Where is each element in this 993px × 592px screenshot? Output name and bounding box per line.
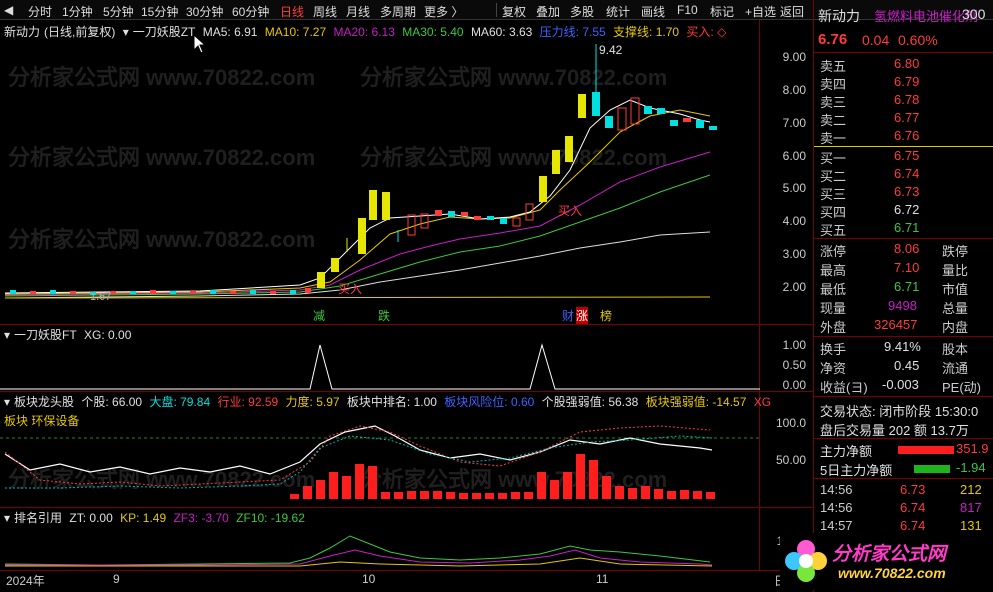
- event-tag[interactable]: 涨: [576, 307, 589, 324]
- tab-intraday[interactable]: 分时: [28, 3, 52, 20]
- x-axis-label: 11: [596, 572, 609, 586]
- x-axis-label: 2024年: [6, 574, 45, 588]
- flower-logo-icon: [785, 540, 827, 582]
- stat-row: 最低 6.71 市值: [820, 279, 969, 297]
- tab-15min[interactable]: 15分钟: [141, 3, 178, 20]
- main-net-value: 351.9: [956, 441, 989, 456]
- f10-button[interactable]: F10: [677, 3, 698, 17]
- site-logo: 分析家公式网 www.70822.com: [780, 533, 993, 590]
- stat-row: 最高 7.10 量比: [820, 260, 969, 278]
- quote-pct: 0.60%: [898, 32, 938, 48]
- panel2-signal-chart: [0, 343, 760, 390]
- event-tag[interactable]: 榜: [600, 307, 612, 324]
- quote-change: 0.04: [862, 32, 890, 48]
- y-tick: 0.00: [782, 378, 806, 392]
- tick-row: 14:56 6.73 212: [820, 482, 982, 497]
- tab-30min[interactable]: 30分钟: [186, 3, 223, 20]
- x-axis-label: 9: [113, 572, 120, 586]
- ma5-line: [4, 99, 711, 294]
- ask-row[interactable]: 卖二 6.77: [814, 110, 993, 129]
- stat-row: 现量 9498 总量: [820, 298, 969, 316]
- y-tick: 3.00: [782, 247, 806, 261]
- tab-5min[interactable]: 5分钟: [103, 3, 134, 20]
- y-tick: 5.00: [782, 181, 806, 195]
- tab-1min[interactable]: 1分钟: [62, 3, 93, 20]
- tab-multi-period[interactable]: 多周期: [380, 3, 416, 20]
- logo-url: www.70822.com: [838, 565, 946, 581]
- tab-more[interactable]: 更多 〉: [424, 3, 463, 20]
- ma20-line: [4, 151, 711, 296]
- add-watchlist-button[interactable]: +自选: [745, 3, 776, 20]
- nav-back-icon[interactable]: ◀: [4, 3, 13, 17]
- high-price-label: 9.42: [599, 43, 623, 57]
- ma10-line: [4, 109, 711, 295]
- x-axis-label: 10: [362, 572, 376, 586]
- bid-row[interactable]: 买二 6.74: [814, 166, 993, 185]
- mouse-cursor-icon: [193, 34, 207, 54]
- y-tick: 9.00: [782, 50, 806, 64]
- y-tick: 1.00: [782, 338, 806, 352]
- stat-row: 涨停 8.06 跌停: [820, 241, 969, 259]
- quote-code: 300: [962, 6, 986, 22]
- candlestick-chart[interactable]: [0, 20, 760, 324]
- multi-stock-button[interactable]: 多股: [570, 3, 594, 20]
- tab-monthly[interactable]: 月线: [346, 3, 370, 20]
- quote-stock-name: 新动力: [818, 8, 860, 24]
- quote-price: 6.76: [818, 31, 848, 48]
- main-net5-label: 5日主力净额: [820, 463, 893, 478]
- draw-line-button[interactable]: 画线: [641, 3, 665, 20]
- ask-row[interactable]: 卖四 6.79: [814, 74, 993, 93]
- y-tick: 7.00: [782, 116, 806, 130]
- ma30-line: [4, 174, 711, 297]
- ask-row[interactable]: 卖三 6.78: [814, 92, 993, 111]
- bid-row[interactable]: 买四 6.72: [814, 202, 993, 221]
- main-net-label: 主力净额: [820, 444, 873, 459]
- bid-row[interactable]: 买五 6.71: [814, 220, 993, 239]
- ask-row[interactable]: 卖五 6.80: [814, 56, 993, 75]
- main-net5-value: -1.94: [956, 460, 986, 475]
- tab-60min[interactable]: 60分钟: [232, 3, 269, 20]
- after-hours-volume: 盘后交易量 202 额 13.7万: [820, 423, 969, 438]
- bid-row[interactable]: 买三 6.73: [814, 184, 993, 203]
- rally-candles: [317, 44, 717, 288]
- overlay-button[interactable]: 叠加: [536, 3, 560, 20]
- panel3-sector-chart: [0, 425, 760, 499]
- quote-panel: 新动力 氢燃料电池催化剂 300 6.76 0.04 0.60% 卖五 6.80 …: [813, 0, 993, 592]
- tab-daily[interactable]: 日线: [280, 3, 304, 20]
- volume-bars: [290, 454, 715, 499]
- stat-row: 净资 0.45 流通: [820, 358, 969, 376]
- y-tick: 2.00: [782, 280, 806, 294]
- event-tag[interactable]: 跌: [378, 307, 390, 324]
- y-tick: 100.0: [775, 416, 806, 430]
- logo-text: 分析家公式网: [832, 544, 947, 565]
- fuquan-button[interactable]: 复权: [502, 3, 526, 20]
- stats-button[interactable]: 统计: [606, 3, 630, 20]
- buy-marker: 买入: [338, 282, 363, 296]
- y-tick: 50.00: [775, 453, 806, 467]
- buy-marker: 买入: [558, 204, 583, 218]
- stat-row: 外盘 326457 内盘: [820, 317, 969, 335]
- main-net5-bar: [914, 465, 950, 473]
- low-price-label: 1.67: [90, 291, 112, 303]
- panel4-rank-chart: [4, 535, 713, 567]
- tick-row: 14:56 6.74 817: [820, 500, 982, 515]
- ask-row[interactable]: 卖一 6.76: [814, 128, 993, 147]
- stat-row: 换手 9.41% 股本: [820, 339, 969, 357]
- y-tick: 6.00: [782, 149, 806, 163]
- y-tick: 4.00: [782, 214, 806, 228]
- mark-button[interactable]: 标记: [710, 3, 734, 20]
- back-button[interactable]: 返回: [780, 3, 804, 20]
- event-tag[interactable]: 减: [313, 307, 325, 324]
- y-tick: 0.50: [782, 358, 806, 372]
- stat-row: 收益(ヨ) -0.003 PE(动): [820, 377, 982, 395]
- trading-status: 交易状态: 闭市阶段 15:30:0: [820, 404, 979, 419]
- event-tag[interactable]: 财: [562, 307, 574, 324]
- bid-row[interactable]: 买一 6.75: [814, 148, 993, 167]
- main-net-bar: [898, 446, 954, 454]
- tab-weekly[interactable]: 周线: [313, 3, 337, 20]
- y-tick: 8.00: [782, 83, 806, 97]
